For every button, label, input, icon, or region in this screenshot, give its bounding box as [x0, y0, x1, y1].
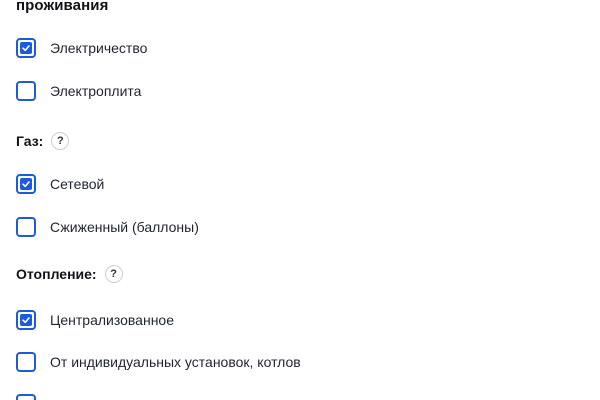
heating-group-label: Отопление: ? — [16, 265, 123, 283]
section-heading: проживания — [16, 0, 109, 14]
checkbox-electricity[interactable]: Электричество — [16, 38, 147, 58]
heating-label-text: Отопление: — [16, 266, 97, 282]
checkbox-gas-network[interactable]: Сетевой — [16, 174, 104, 194]
help-icon[interactable]: ? — [104, 265, 123, 283]
checkbox-box[interactable] — [16, 81, 36, 101]
checkbox-box[interactable] — [16, 217, 36, 237]
checkbox-heating-individual[interactable]: От индивидуальных установок, котлов — [16, 352, 301, 372]
gas-group-label: Газ: ? — [16, 132, 70, 150]
checkbox-label: Сетевой — [50, 176, 105, 192]
help-icon[interactable]: ? — [51, 132, 70, 150]
checkbox-electric-stove[interactable]: Электроплита — [16, 81, 141, 101]
checkbox-label: Электроплита — [50, 83, 142, 99]
checkbox-heating-central[interactable]: Централизованное — [16, 310, 174, 330]
checkbox-label: Централизованное — [50, 312, 174, 328]
checkmark-icon — [20, 42, 32, 54]
checkmark-icon — [20, 178, 32, 190]
checkbox-gas-liquefied[interactable]: Сжиженный (баллоны) — [16, 217, 199, 237]
checkbox-box[interactable] — [16, 394, 36, 400]
checkbox-label: Сжиженный (баллоны) — [50, 219, 199, 235]
checkbox-box[interactable] — [16, 174, 36, 194]
checkbox-label: Электричество — [50, 40, 148, 56]
checkmark-icon — [20, 314, 32, 326]
checkbox-box[interactable] — [16, 310, 36, 330]
checkbox-box[interactable] — [16, 38, 36, 58]
checkbox-box[interactable] — [16, 352, 36, 372]
gas-label-text: Газ: — [16, 133, 44, 149]
checkbox-heating-other[interactable] — [16, 394, 50, 400]
checkbox-label: От индивидуальных установок, котлов — [50, 354, 301, 370]
utilities-form: проживания Электричество Электроплита Га… — [0, 0, 600, 400]
